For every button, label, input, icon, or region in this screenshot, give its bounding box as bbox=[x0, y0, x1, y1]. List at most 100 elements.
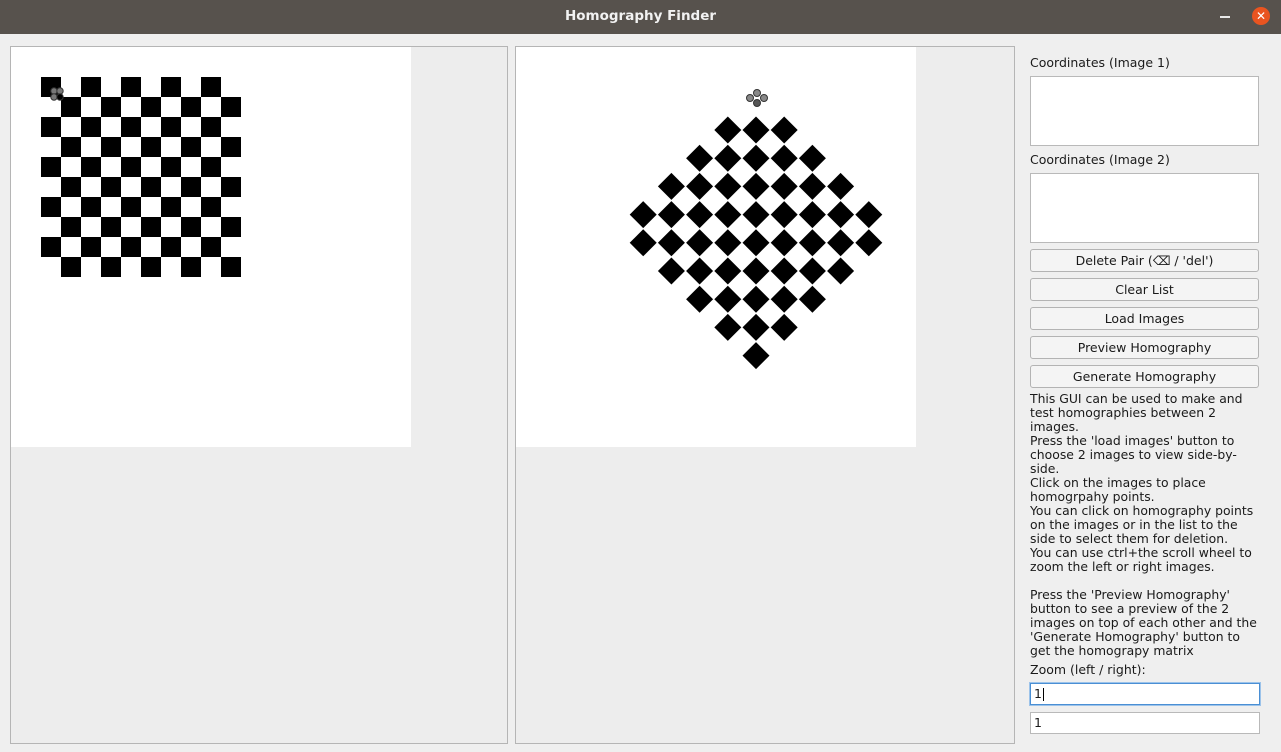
checker-diamond bbox=[714, 257, 742, 285]
checker-square bbox=[41, 237, 61, 257]
zoom-right-value: 1 bbox=[1034, 715, 1042, 730]
checker-diamond bbox=[714, 172, 742, 200]
coordinates-image1-list[interactable] bbox=[1030, 76, 1259, 146]
checker-diamond bbox=[742, 172, 770, 200]
checker-diamond bbox=[657, 201, 685, 229]
checker-diamond bbox=[714, 229, 742, 257]
checker-square bbox=[121, 197, 141, 217]
checker-diamond bbox=[714, 144, 742, 172]
checker-square bbox=[61, 177, 81, 197]
left-checkerboard-image[interactable] bbox=[11, 47, 411, 447]
checker-square bbox=[41, 117, 61, 137]
checker-diamond bbox=[657, 172, 685, 200]
checker-square bbox=[161, 197, 181, 217]
checker-diamond bbox=[742, 116, 770, 144]
checker-diamond bbox=[742, 144, 770, 172]
zoom-left-input[interactable]: 1 bbox=[1030, 683, 1260, 705]
checker-square bbox=[221, 257, 241, 277]
checker-diamond bbox=[827, 257, 855, 285]
checker-square bbox=[101, 97, 121, 117]
checker-diamond bbox=[629, 229, 657, 257]
checker-square bbox=[201, 237, 221, 257]
checker-square bbox=[201, 117, 221, 137]
checker-diamond bbox=[742, 257, 770, 285]
minimize-icon[interactable] bbox=[1219, 9, 1231, 23]
coordinates-image1-label: Coordinates (Image 1) bbox=[1030, 55, 1170, 70]
help-text: This GUI can be used to make and test ho… bbox=[1030, 391, 1257, 658]
right-image-view[interactable] bbox=[515, 46, 1015, 744]
checker-diamond bbox=[657, 229, 685, 257]
checker-square bbox=[181, 257, 201, 277]
checker-diamond bbox=[714, 201, 742, 229]
checker-diamond bbox=[686, 229, 714, 257]
load-images-button[interactable]: Load Images bbox=[1030, 307, 1259, 330]
close-icon[interactable]: ✕ bbox=[1252, 7, 1270, 25]
right-warped-image[interactable] bbox=[516, 47, 916, 447]
checker-diamond bbox=[686, 144, 714, 172]
checker-diamond bbox=[798, 285, 826, 313]
checker-diamond bbox=[770, 172, 798, 200]
zoom-right-input[interactable]: 1 bbox=[1030, 712, 1260, 734]
checker-square bbox=[181, 137, 201, 157]
checker-diamond bbox=[798, 172, 826, 200]
zoom-label: Zoom (left / right): bbox=[1030, 662, 1146, 677]
checker-diamond bbox=[798, 201, 826, 229]
checker-diamond bbox=[714, 313, 742, 341]
checker-square bbox=[161, 237, 181, 257]
checker-square bbox=[181, 177, 201, 197]
checker-square bbox=[121, 77, 141, 97]
checker-diamond bbox=[770, 116, 798, 144]
checker-square bbox=[201, 77, 221, 97]
checker-square bbox=[81, 157, 101, 177]
checker-diamond bbox=[798, 257, 826, 285]
checker-square bbox=[41, 197, 61, 217]
checker-square bbox=[61, 137, 81, 157]
generate-homography-button[interactable]: Generate Homography bbox=[1030, 365, 1259, 388]
checker-square bbox=[81, 117, 101, 137]
checker-diamond bbox=[686, 201, 714, 229]
checker-square bbox=[121, 237, 141, 257]
checker-diamond bbox=[686, 285, 714, 313]
checker-square bbox=[201, 157, 221, 177]
checker-diamond bbox=[770, 285, 798, 313]
zoom-left-value: 1 bbox=[1034, 686, 1042, 701]
checker-square bbox=[61, 97, 81, 117]
window-title: Homography Finder bbox=[564, 8, 717, 24]
homography-point-marker[interactable] bbox=[746, 89, 768, 107]
checker-square bbox=[141, 137, 161, 157]
coordinates-image2-list[interactable] bbox=[1030, 173, 1259, 243]
checker-square bbox=[181, 97, 201, 117]
left-image-canvas[interactable] bbox=[11, 47, 411, 447]
checker-diamond bbox=[714, 116, 742, 144]
preview-homography-button[interactable]: Preview Homography bbox=[1030, 336, 1259, 359]
left-image-view[interactable] bbox=[10, 46, 508, 744]
checker-square bbox=[181, 217, 201, 237]
checker-diamond bbox=[770, 257, 798, 285]
clear-list-button[interactable]: Clear List bbox=[1030, 278, 1259, 301]
checker-diamond bbox=[742, 342, 770, 370]
checker-diamond bbox=[827, 172, 855, 200]
checker-square bbox=[61, 217, 81, 237]
checker-square bbox=[201, 197, 221, 217]
delete-pair-button[interactable]: Delete Pair (⌫ / 'del') bbox=[1030, 249, 1259, 272]
checker-square bbox=[101, 257, 121, 277]
checker-diamond bbox=[770, 144, 798, 172]
checker-square bbox=[41, 157, 61, 177]
checker-diamond bbox=[629, 201, 657, 229]
checker-square bbox=[141, 257, 161, 277]
checker-square bbox=[81, 77, 101, 97]
checker-square bbox=[121, 157, 141, 177]
checker-diamond bbox=[798, 144, 826, 172]
checker-diamond bbox=[770, 313, 798, 341]
checker-diamond bbox=[827, 229, 855, 257]
checker-diamond bbox=[742, 201, 770, 229]
coordinates-image2-label: Coordinates (Image 2) bbox=[1030, 152, 1170, 167]
right-image-canvas[interactable] bbox=[516, 47, 916, 447]
checker-square bbox=[141, 97, 161, 117]
checker-diamond bbox=[798, 229, 826, 257]
checker-square bbox=[141, 177, 161, 197]
checker-diamond bbox=[855, 229, 883, 257]
checker-square bbox=[141, 217, 161, 237]
checker-diamond bbox=[742, 285, 770, 313]
checker-square bbox=[161, 77, 181, 97]
